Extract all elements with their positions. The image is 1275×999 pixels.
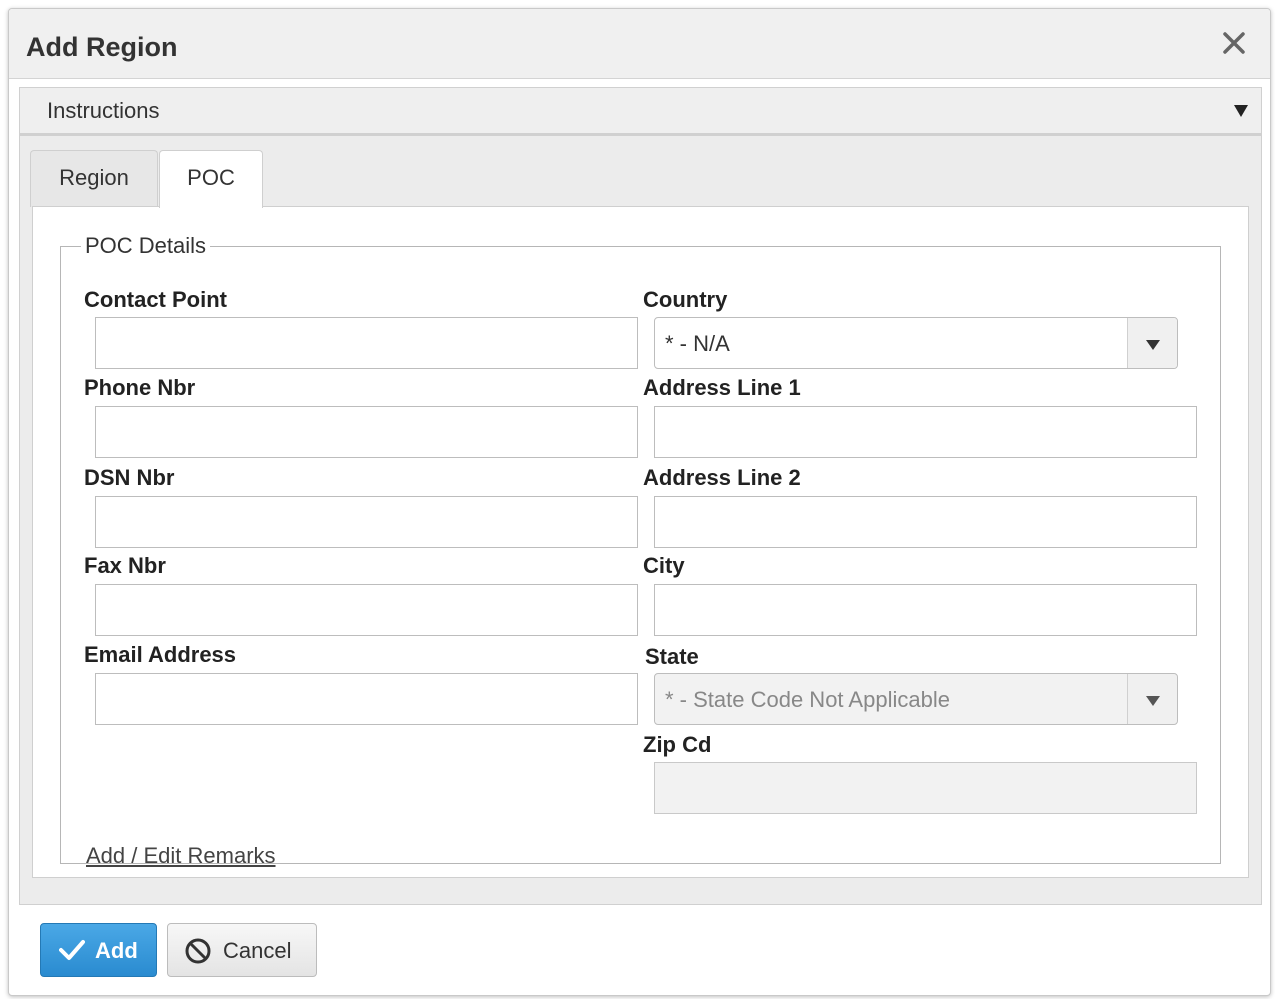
caret-down-icon bbox=[1146, 340, 1160, 350]
city-label: City bbox=[643, 553, 685, 578]
add-edit-remarks-link[interactable]: Add / Edit Remarks bbox=[86, 843, 276, 869]
dialog-body: Instructions Region POC POC Details Cont… bbox=[19, 87, 1262, 905]
address-line-2-field[interactable] bbox=[654, 496, 1197, 548]
prohibited-icon bbox=[185, 938, 211, 964]
contact-point-label: Contact Point bbox=[84, 287, 227, 312]
country-selected-value: * - N/A bbox=[665, 331, 730, 356]
dsn-nbr-field[interactable] bbox=[95, 496, 638, 548]
cancel-button-label: Cancel bbox=[223, 938, 292, 963]
poc-tab-panel: POC Details Contact Point Phone Nbr DSN … bbox=[32, 206, 1249, 878]
address-line-2-label: Address Line 2 bbox=[643, 465, 801, 490]
state-dropdown-button[interactable] bbox=[1127, 674, 1177, 724]
address-line-1-field[interactable] bbox=[654, 406, 1197, 458]
country-select[interactable]: * - N/A bbox=[654, 317, 1178, 369]
add-button-label: Add bbox=[95, 938, 138, 963]
cancel-button[interactable]: Cancel bbox=[167, 923, 317, 977]
contact-point-field[interactable] bbox=[95, 317, 638, 369]
close-icon[interactable] bbox=[1220, 29, 1248, 57]
checkmark-icon bbox=[59, 940, 85, 960]
instructions-label: Instructions bbox=[47, 98, 160, 123]
city-field[interactable] bbox=[654, 584, 1197, 636]
poc-details-legend: POC Details bbox=[85, 233, 207, 258]
dialog-titlebar: Add Region bbox=[9, 9, 1270, 79]
state-selected-value: * - State Code Not Applicable bbox=[665, 687, 950, 712]
zip-cd-field[interactable] bbox=[654, 762, 1197, 814]
caret-down-icon[interactable] bbox=[1233, 104, 1249, 118]
email-address-field[interactable] bbox=[95, 673, 638, 725]
tab-region[interactable]: Region bbox=[30, 150, 158, 207]
phone-nbr-label: Phone Nbr bbox=[84, 375, 196, 400]
phone-nbr-field[interactable] bbox=[95, 406, 638, 458]
address-line-1-label: Address Line 1 bbox=[643, 375, 801, 400]
dsn-nbr-label: DSN Nbr bbox=[84, 465, 175, 490]
poc-details-fieldset: POC Details Contact Point Phone Nbr DSN … bbox=[60, 233, 1221, 868]
instructions-panel[interactable]: Instructions bbox=[20, 88, 1261, 136]
fax-nbr-label: Fax Nbr bbox=[84, 553, 166, 578]
dialog-title: Add Region bbox=[26, 32, 178, 62]
caret-down-icon bbox=[1146, 696, 1160, 706]
country-dropdown-button[interactable] bbox=[1127, 318, 1177, 368]
email-address-label: Email Address bbox=[84, 642, 237, 667]
country-label: Country bbox=[643, 287, 728, 312]
tab-poc[interactable]: POC bbox=[159, 150, 263, 208]
zip-cd-label: Zip Cd bbox=[643, 732, 712, 757]
dialog-footer: Add Cancel bbox=[9, 913, 1270, 993]
fax-nbr-field[interactable] bbox=[95, 584, 638, 636]
add-region-dialog: Add Region Instructions Region POC POC D… bbox=[8, 8, 1271, 996]
add-button[interactable]: Add bbox=[40, 923, 157, 977]
state-label: State bbox=[645, 644, 699, 669]
state-select[interactable]: * - State Code Not Applicable bbox=[654, 673, 1178, 725]
